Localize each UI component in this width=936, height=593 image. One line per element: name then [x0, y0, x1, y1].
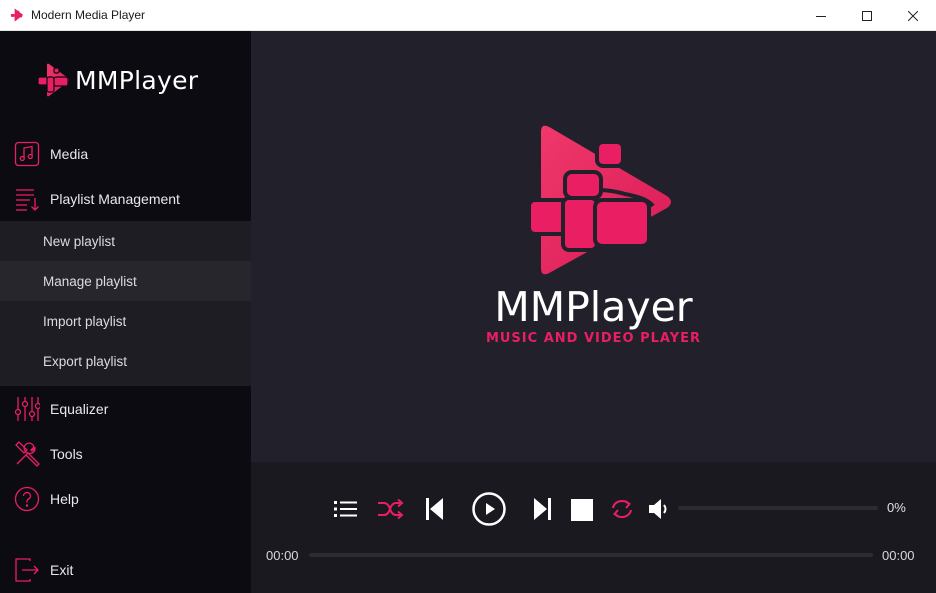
title-bar: Modern Media Player [0, 0, 936, 31]
next-icon [534, 498, 551, 520]
sidebar-item-label: Tools [50, 445, 83, 462]
sidebar-item-playlist-management[interactable]: Playlist Management [0, 176, 251, 221]
main-content: MMPlayer MUSIC AND VIDEO PLAYER [251, 31, 936, 462]
previous-button[interactable] [419, 494, 449, 524]
sidebar-item-label: Equalizer [50, 400, 109, 417]
sidebar-item-help[interactable]: Help [0, 476, 251, 521]
playlist-icon [16, 188, 39, 211]
sidebar-item-label: Playlist Management [50, 190, 180, 207]
hero-subtitle: MUSIC AND VIDEO PLAYER [485, 331, 702, 346]
shuffle-button[interactable] [376, 494, 406, 524]
play-icon [472, 492, 506, 526]
volume-button[interactable] [645, 494, 675, 524]
sidebar-item-label: Media [50, 145, 89, 162]
repeat-button[interactable] [607, 494, 637, 524]
playlist-button[interactable] [331, 494, 361, 524]
submenu-item-import-playlist[interactable]: Import playlist [0, 301, 251, 341]
sidebar-item-exit[interactable]: Exit [0, 547, 251, 592]
stop-icon [571, 499, 593, 521]
exit-icon [15, 557, 39, 582]
playlist-submenu: New playlist Manage playlist Import play… [0, 221, 251, 386]
equalizer-icon [14, 396, 40, 421]
close-icon [908, 10, 918, 21]
submenu-item-export-playlist[interactable]: Export playlist [0, 341, 251, 381]
submenu-item-label: Import playlist [43, 313, 127, 329]
hero-logo-icon [529, 125, 671, 275]
time-total: 00:00 [882, 548, 915, 563]
close-button[interactable] [890, 0, 936, 31]
seek-slider[interactable] [309, 553, 873, 557]
help-icon [14, 486, 40, 511]
stop-button[interactable] [567, 495, 597, 525]
submenu-item-new-playlist[interactable]: New playlist [0, 221, 251, 261]
window-title: Modern Media Player [31, 8, 146, 22]
sidebar-item-equalizer[interactable]: Equalizer [0, 386, 251, 431]
submenu-item-label: Manage playlist [43, 273, 137, 289]
volume-slider[interactable] [678, 506, 878, 510]
submenu-item-label: Export playlist [43, 353, 128, 369]
player-bar: 0% 00:00 00:00 [251, 462, 936, 593]
brand-name: MMPlayer [75, 65, 199, 95]
sidebar-item-tools[interactable]: Tools [0, 431, 251, 476]
submenu-item-manage-playlist[interactable]: Manage playlist [0, 261, 251, 301]
music-note-icon [14, 141, 40, 166]
sidebar-item-media[interactable]: Media [0, 131, 251, 176]
app-logo-icon [10, 8, 24, 22]
brand-logo-icon [37, 63, 69, 97]
next-button[interactable] [528, 494, 558, 524]
volume-percent: 0% [887, 500, 906, 515]
tools-icon [15, 440, 40, 467]
minimize-button[interactable] [798, 0, 844, 31]
sidebar-item-label: Exit [50, 561, 74, 578]
submenu-item-label: New playlist [43, 233, 116, 249]
hero-title: MMPlayer [494, 283, 693, 331]
sidebar: MMPlayer Media Playlist Management New p… [0, 31, 251, 593]
maximize-icon [862, 10, 872, 21]
maximize-button[interactable] [844, 0, 890, 31]
sidebar-item-label: Help [50, 490, 79, 507]
previous-icon [426, 498, 443, 520]
minimize-icon [816, 15, 826, 17]
playlist-icon [334, 501, 357, 517]
shuffle-icon [378, 498, 404, 520]
repeat-icon [612, 500, 632, 518]
time-current: 00:00 [266, 548, 299, 563]
play-button[interactable] [470, 490, 508, 528]
volume-icon [649, 499, 667, 519]
brand: MMPlayer [37, 63, 198, 97]
